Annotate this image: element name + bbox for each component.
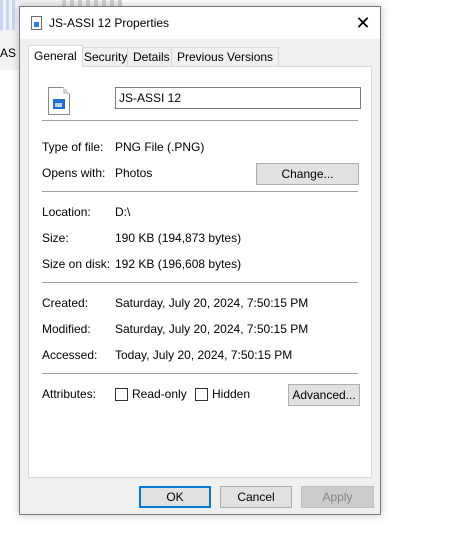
size-value: 190 KB (194,873 bytes) — [115, 231, 242, 245]
accessed-value: Today, July 20, 2024, 7:50:15 PM — [115, 348, 293, 362]
type-of-file-value: PNG File (.PNG) — [115, 140, 205, 154]
separator — [42, 120, 358, 121]
location-label: Location: — [42, 205, 91, 219]
png-file-icon — [31, 16, 42, 30]
opens-with-value: Photos — [115, 166, 153, 180]
attributes-label: Attributes: — [42, 387, 97, 401]
separator — [42, 373, 358, 374]
type-of-file-label: Type of file: — [42, 140, 104, 154]
separator — [42, 282, 358, 283]
background-label: AS — [0, 46, 17, 60]
hidden-label[interactable]: Hidden — [212, 387, 250, 401]
change-button[interactable]: Change... — [256, 163, 359, 185]
general-tab-panel: JS-ASSI 12 Type of file: PNG File (.PNG)… — [28, 66, 372, 478]
image-file-icon — [48, 87, 70, 115]
file-name-field[interactable]: JS-ASSI 12 — [115, 87, 361, 109]
tab-general[interactable]: General — [28, 45, 83, 67]
advanced-button[interactable]: Advanced... — [288, 384, 360, 406]
separator — [42, 191, 358, 192]
tab-previous-versions[interactable]: Previous Versions — [171, 47, 280, 66]
size-on-disk-label: Size on disk: — [42, 257, 111, 271]
tab-security[interactable]: Security — [78, 47, 134, 66]
close-button[interactable]: ✕ — [346, 7, 380, 39]
title-bar[interactable]: JS-ASSI 12 Properties ✕ — [20, 7, 380, 39]
modified-value: Saturday, July 20, 2024, 7:50:15 PM — [115, 322, 309, 336]
modified-label: Modified: — [42, 322, 91, 336]
size-on-disk-value: 192 KB (196,608 bytes) — [115, 257, 242, 271]
size-label: Size: — [42, 231, 69, 245]
dialog-title: JS-ASSI 12 Properties — [49, 16, 170, 30]
location-value: D:\ — [115, 205, 131, 219]
accessed-label: Accessed: — [42, 348, 98, 362]
apply-button[interactable]: Apply — [301, 486, 374, 508]
cancel-button[interactable]: Cancel — [220, 486, 292, 508]
tab-details[interactable]: Details — [127, 47, 176, 66]
created-value: Saturday, July 20, 2024, 7:50:15 PM — [115, 296, 309, 310]
background-thumbnails — [0, 0, 18, 30]
ok-button[interactable]: OK — [139, 486, 211, 508]
hidden-checkbox[interactable] — [195, 388, 208, 401]
read-only-checkbox[interactable] — [115, 388, 128, 401]
opens-with-label: Opens with: — [42, 166, 106, 180]
properties-dialog: JS-ASSI 12 Properties ✕ General Security… — [19, 6, 381, 515]
created-label: Created: — [42, 296, 89, 310]
read-only-label[interactable]: Read-only — [132, 387, 187, 401]
